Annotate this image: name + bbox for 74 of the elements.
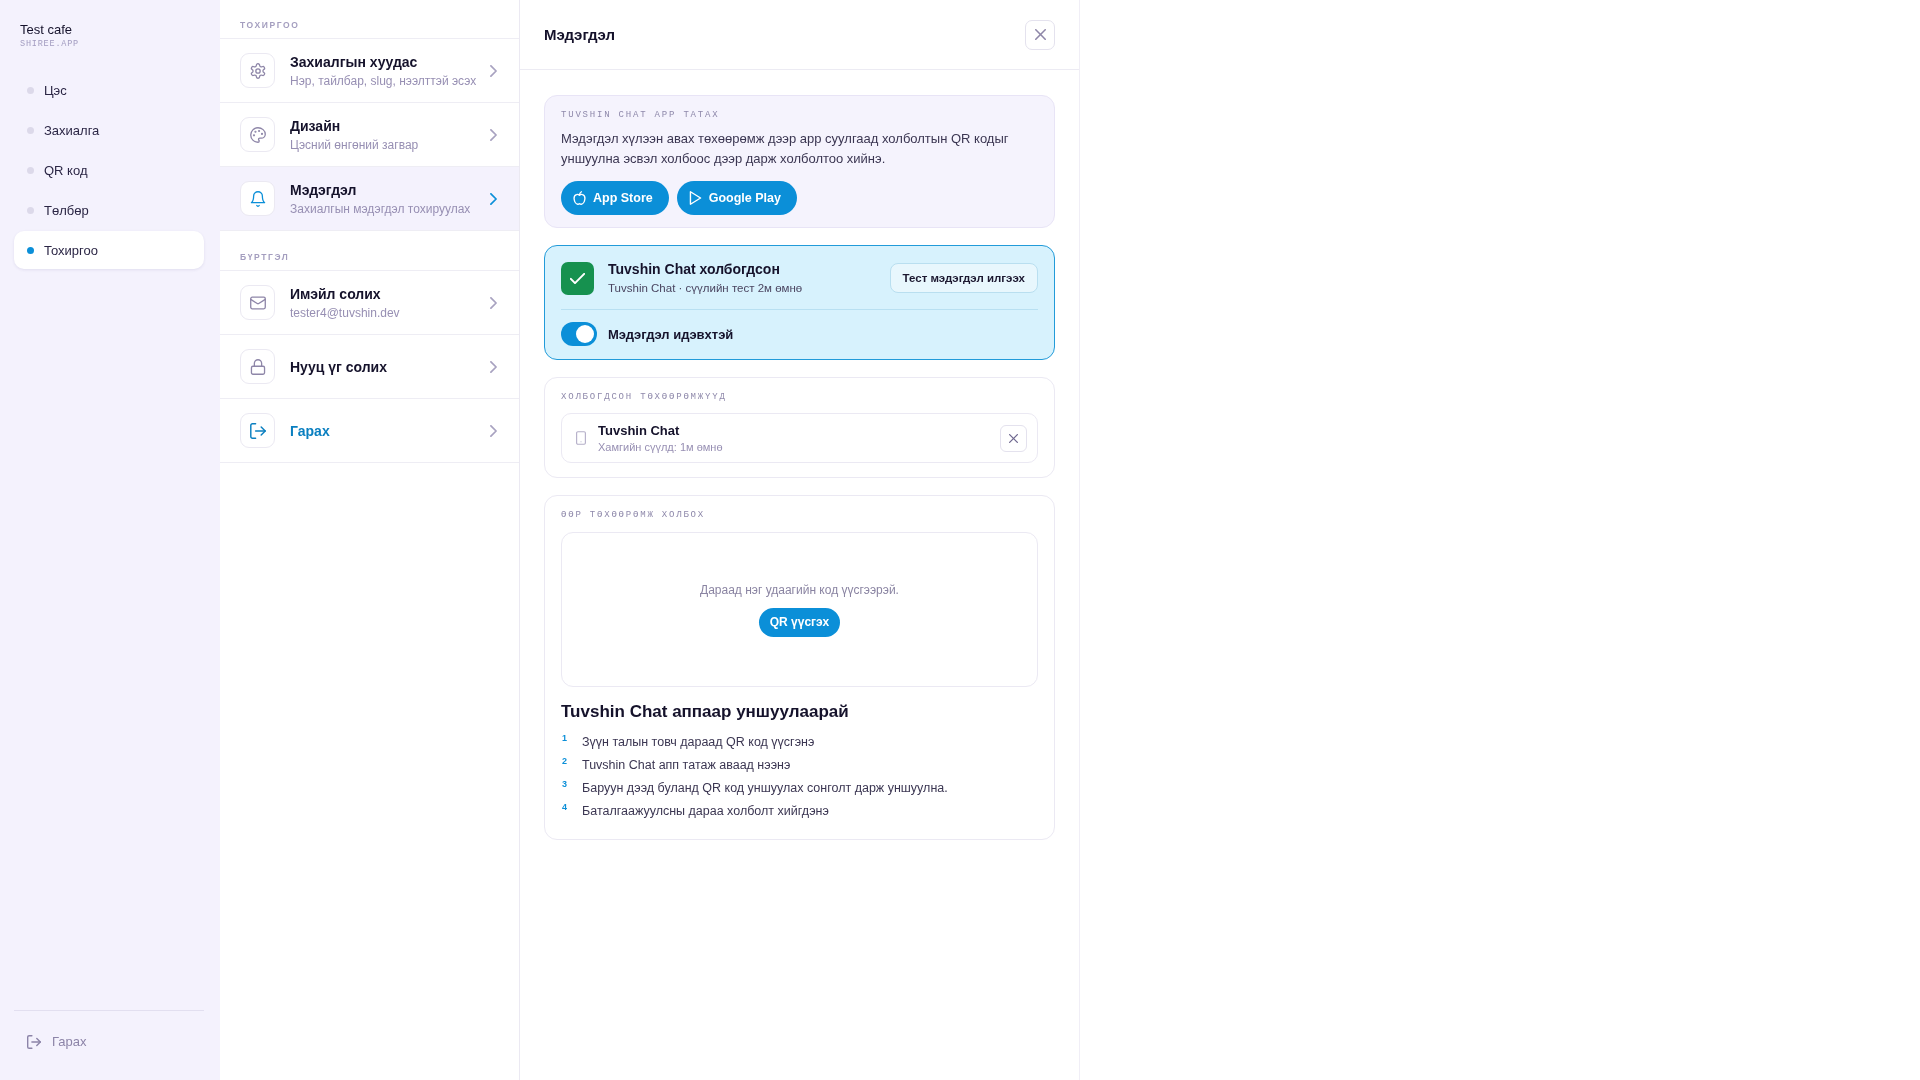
step-number: 1 xyxy=(561,732,568,745)
step-number: 3 xyxy=(561,778,568,791)
menu-item[interactable]: Мэдэгдэл Захиалгын мэдэгдэл тохируулах xyxy=(220,166,519,230)
chevron-icon xyxy=(490,296,497,309)
status-dot-icon xyxy=(27,86,34,94)
nav-item[interactable]: QR код xyxy=(14,151,204,189)
device-name: Tuvshin Chat xyxy=(598,422,681,439)
send-test-button[interactable]: Тест мэдэгдэл илгээх xyxy=(889,263,1038,293)
menu-item-title: Гарах xyxy=(290,421,330,440)
close-icon xyxy=(1009,433,1018,443)
chevron-icon xyxy=(490,360,497,373)
chevron-icon xyxy=(490,192,497,205)
menu-item[interactable]: Имэйл солих tester4@tuvshin.dev xyxy=(220,270,519,334)
toggle-label: Мэдэгдэл идэвхтэй xyxy=(608,326,734,342)
phone-icon xyxy=(576,431,586,445)
padlock-icon xyxy=(240,349,275,384)
step-number: 2 xyxy=(561,755,568,768)
logout-icon xyxy=(27,1035,41,1049)
menu-item-subtitle: Цэсний өнгөний загвар xyxy=(290,137,419,153)
instructions-title: Tuvshin Chat аппаар уншуулаарай xyxy=(561,702,850,722)
nav-item[interactable]: Тохиргоо xyxy=(14,231,204,269)
step-text: Баталгаажуулсны дараа холболт хийгдэнэ xyxy=(582,803,829,820)
menu-item[interactable]: Нууц үг солих xyxy=(220,334,519,398)
step-text: Баруун дээд буланд QR код уншуулах сонголт дарж уншуулна. xyxy=(582,780,948,797)
nav-item[interactable]: Захиалга xyxy=(14,111,204,149)
section-heading: ТОХИРГОО xyxy=(239,19,301,32)
section-heading: БҮРТГЭЛ xyxy=(239,251,291,264)
status-title: Tuvshin Chat холбогдсон xyxy=(608,261,781,278)
status-subtitle: Tuvshin Chat · сүүлийн тест 2м өмнө xyxy=(608,281,803,295)
qr-hint: Дараад нэг удаагийн код үүсгээрэй. xyxy=(700,582,899,597)
chevron-icon xyxy=(490,128,497,141)
status-dot-icon xyxy=(27,126,34,134)
menu-item-title: Дизайн xyxy=(290,116,342,135)
apple-icon xyxy=(573,191,586,205)
gear-icon xyxy=(240,53,275,88)
step-number: 4 xyxy=(561,801,568,814)
menu-item[interactable]: Захиалгын хуудас Нэр, тайлбар, slug, нээлттэй эсэх xyxy=(220,38,519,102)
status-dot-icon xyxy=(27,246,34,254)
status-dot-icon xyxy=(27,166,34,174)
status-dot-icon xyxy=(27,206,34,214)
brand-name: Test cafe xyxy=(20,22,74,38)
palette-icon xyxy=(240,117,275,152)
store-button[interactable]: App Store xyxy=(561,181,669,215)
menu-item-subtitle: Захиалгын мэдэгдэл тохируулах xyxy=(290,201,471,217)
logout-icon xyxy=(240,413,275,448)
nav-item[interactable]: Төлбөр xyxy=(14,191,204,229)
remove-button[interactable] xyxy=(1000,424,1027,452)
chevron-icon xyxy=(490,64,497,77)
store-button[interactable]: Google Play xyxy=(676,181,797,215)
menu-item-title: Имэйл солих xyxy=(290,284,382,303)
play-icon xyxy=(688,191,702,205)
step-text: Tuvshin Chat апп татаж аваад нээнэ xyxy=(582,757,791,774)
card-heading: ӨӨР ТӨХӨӨРӨМЖ ХОЛБОХ xyxy=(561,509,707,521)
menu-item-subtitle: tester4@tuvshin.dev xyxy=(290,305,400,321)
nav-item[interactable]: Цэс xyxy=(14,71,204,109)
menu-item-subtitle: Нэр, тайлбар, slug, нээлттэй эсэх xyxy=(290,73,477,89)
menu-item-title: Захиалгын хуудас xyxy=(290,52,419,71)
bell-icon xyxy=(240,181,275,216)
card-heading: TUVSHIN CHAT APP TATAX xyxy=(561,109,721,121)
step-text: Зүүн талын товч дараад QR код үүсгэнэ xyxy=(582,734,815,751)
toggle-switch[interactable] xyxy=(561,322,597,346)
menu-item[interactable]: Гарах xyxy=(220,398,519,462)
menu-item-title: Нууц үг солих xyxy=(290,357,387,376)
info-text: Мэдэгдэл хүлээн авах төхөөрөмж дээр app суулгаад холболтын QR кодыг уншуулна эсвэл холбоос дээр дарж холболтоо хийнэ. xyxy=(561,130,1010,168)
close-button[interactable] xyxy=(1025,19,1055,50)
panel-title: Мэдэгдэл xyxy=(544,26,616,43)
device-last-seen: Хамгийн сүүлд: 1м өмнө xyxy=(598,440,723,454)
envelope-icon xyxy=(240,285,275,320)
menu-item-title: Мэдэгдэл xyxy=(290,180,358,199)
chevron-icon xyxy=(490,424,497,437)
brand-domain: SHIREE.APP xyxy=(20,39,80,50)
close-icon xyxy=(1034,29,1046,40)
generate-qr-button[interactable]: QR үүсгэх xyxy=(758,607,841,637)
card-heading: ХОЛБОГДСОН ТӨХӨӨРӨМЖҮҮД xyxy=(561,391,728,403)
